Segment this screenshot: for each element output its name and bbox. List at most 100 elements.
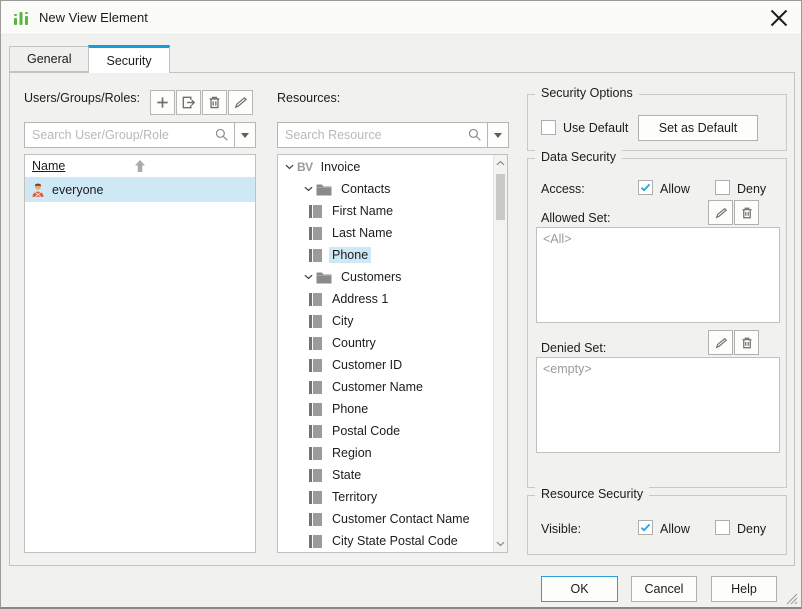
allowed-set-box[interactable]: <All> [536,227,780,323]
resources-search-dropdown-button[interactable] [488,122,509,148]
users-search-input[interactable] [24,122,235,148]
access-deny-label: Deny [737,182,766,196]
edit-denied-set-button[interactable] [708,330,733,355]
tree-item-label: City [329,313,357,329]
visible-deny-label: Deny [737,522,766,536]
business-view-icon: BV [297,160,313,174]
cancel-button[interactable]: Cancel [631,576,697,602]
tree-item-label: City State Postal Code [329,533,461,549]
tree-item[interactable]: Postal Code [278,420,493,442]
tree-item[interactable]: Phone [278,398,493,420]
use-default-checkbox[interactable] [541,120,556,135]
security-tab-panel: Users/Groups/Roles: [9,72,795,566]
import-user-button[interactable] [176,90,201,115]
clear-denied-set-button[interactable] [734,330,759,355]
tree-item-label: State [329,467,364,483]
tree-item-label: Last Name [329,225,395,241]
field-icon [309,403,322,416]
help-button[interactable]: Help [711,576,777,602]
tree-item[interactable]: Customer Name [278,376,493,398]
tree-item-label: Postal Code [329,423,403,439]
tree-item-label: Territory [329,489,380,505]
tree-item[interactable]: Contacts [278,178,493,200]
chevron-down-icon[interactable] [282,156,297,178]
resources-search-input[interactable] [277,122,488,148]
tree-item[interactable]: Country [278,332,493,354]
allowed-set-label: Allowed Set: [541,211,610,225]
access-allow-checkbox[interactable] [638,180,653,195]
set-as-default-button[interactable]: Set as Default [638,115,758,141]
tree-item-label: Country [329,335,379,351]
field-icon [309,227,322,240]
tree-item[interactable]: Customer Contact Name [278,508,493,530]
tree-item[interactable]: Last Name [278,222,493,244]
visible-label: Visible: [541,522,581,536]
denied-set-box[interactable]: <empty> [536,357,780,453]
export-icon [181,95,196,110]
resize-grip[interactable] [786,593,798,605]
users-search-dropdown-button[interactable] [235,122,256,148]
plus-icon [155,95,170,110]
edit-allowed-set-button[interactable] [708,200,733,225]
clear-allowed-set-button[interactable] [734,200,759,225]
close-icon[interactable] [770,9,788,27]
tree-item[interactable]: BVInvoice [278,156,493,178]
resources-label: Resources: [277,91,340,105]
trash-icon [207,95,222,110]
delete-user-button[interactable] [202,90,227,115]
tree-scrollbar[interactable] [493,155,507,552]
users-table-header[interactable]: Name [25,155,255,178]
pencil-icon [233,95,248,110]
pencil-icon [714,336,728,350]
tree-item-label: Phone [329,401,371,417]
resources-treebox: BVInvoice Contacts First Name Last Name Phon… [277,154,508,553]
chevron-down-icon[interactable] [301,178,316,200]
tab-general[interactable]: General [9,46,88,72]
denied-set-label: Denied Set: [541,341,606,355]
resource-security-legend: Resource Security [535,487,649,501]
tree-item[interactable]: City State Postal Code [278,530,493,552]
tree-item[interactable]: Region [278,442,493,464]
name-column-header[interactable]: Name [32,159,65,173]
edit-user-button[interactable] [228,90,253,115]
search-icon [214,127,229,142]
tree-item-label: Contacts [338,181,393,197]
new-view-element-dialog: New View Element General Security Users/… [0,0,802,609]
tree-item-label: Address 1 [329,291,391,307]
tree-item[interactable]: First Name [278,200,493,222]
tree-item[interactable]: Phone [278,244,493,266]
field-icon [309,513,322,526]
access-allow-label: Allow [660,182,690,196]
field-icon [309,249,322,262]
scroll-down-icon[interactable] [494,537,507,551]
security-options-legend: Security Options [535,86,639,100]
add-user-button[interactable] [150,90,175,115]
data-security-group: Data Security Access: Allow Deny Allowed… [527,158,787,488]
chevron-down-icon[interactable] [301,266,316,288]
tree-item-label: Customer Name [329,379,426,395]
tree-item[interactable]: City [278,310,493,332]
tree-item[interactable]: Address 1 [278,288,493,310]
field-icon [309,315,322,328]
sort-ascending-icon [134,159,146,173]
tree-item[interactable]: Customers [278,266,493,288]
visible-allow-label: Allow [660,522,690,536]
app-logo-icon [12,9,30,27]
visible-deny-checkbox[interactable] [715,520,730,535]
field-icon [309,293,322,306]
tree-item-label: Customer ID [329,357,405,373]
tree-item[interactable]: State [278,464,493,486]
tab-security[interactable]: Security [88,45,169,73]
visible-allow-checkbox[interactable] [638,520,653,535]
ok-button[interactable]: OK [541,576,618,602]
field-icon [309,359,322,372]
scrollbar-thumb[interactable] [496,174,505,220]
chevron-down-icon [241,133,249,138]
resources-search-row [277,122,509,148]
access-deny-checkbox[interactable] [715,180,730,195]
table-row-everyone[interactable]: everyone [25,178,255,202]
tree-item[interactable]: Territory [278,486,493,508]
scroll-up-icon[interactable] [494,156,507,170]
user-name: everyone [52,183,103,197]
tree-item[interactable]: Customer ID [278,354,493,376]
